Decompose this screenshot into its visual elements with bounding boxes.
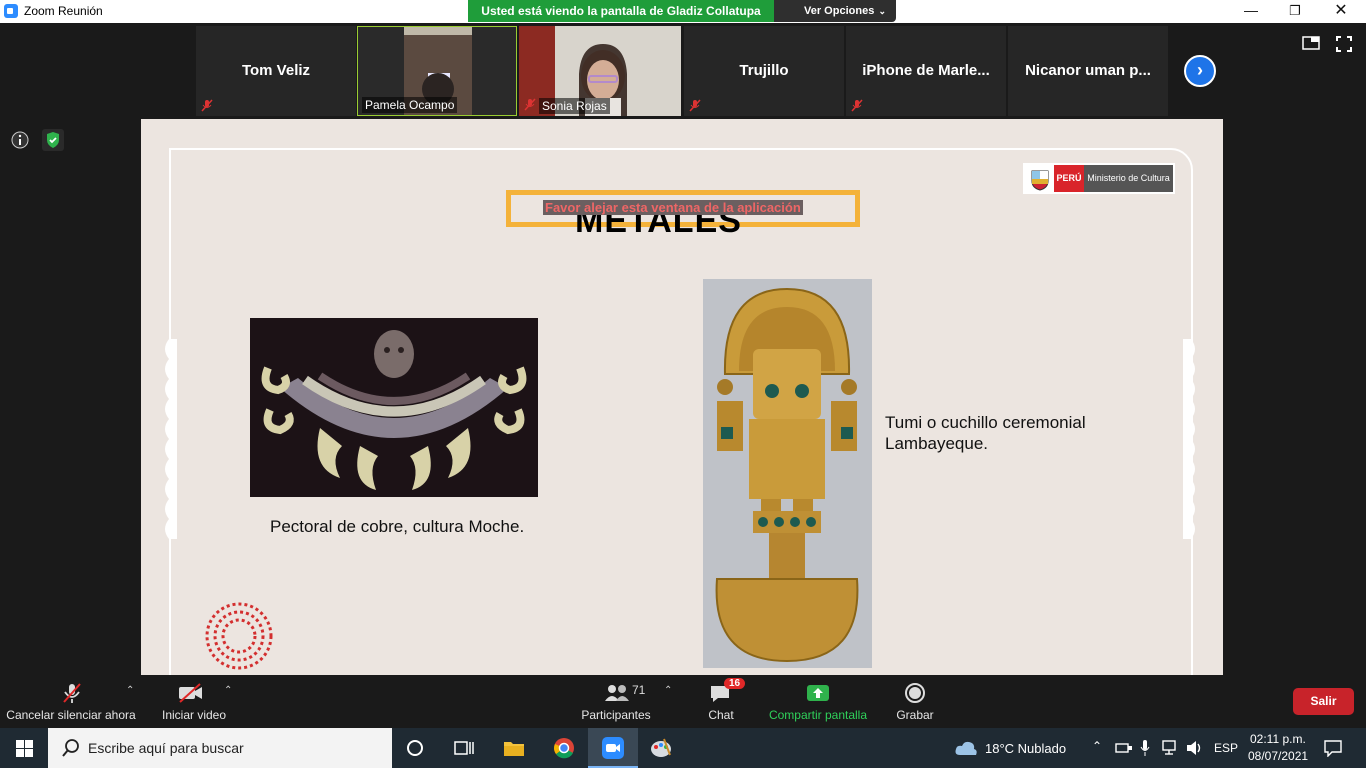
info-icon[interactable] [10,130,30,150]
task-view-icon[interactable] [454,739,474,757]
participant-name: Trujillo [739,62,789,79]
search-icon [62,739,79,757]
network-adapter-icon[interactable] [1115,741,1133,755]
screen-share-banner: Usted está viendo la pantalla de Gladiz … [468,0,774,22]
search-placeholder: Escribe aquí para buscar [88,740,244,756]
scallop-right-decoration [1183,339,1195,539]
zoom-app-icon [4,4,18,18]
taskbar-search-box[interactable]: Escribe aquí para buscar [48,728,392,768]
participants-icon [605,685,629,701]
file-explorer-icon[interactable] [503,738,525,758]
right-caption-line2: Lambayeque. [885,434,989,453]
peru-coat-of-arms-icon [1031,170,1049,191]
fullscreen-icon[interactable] [1336,36,1352,52]
peru-label: PERÚ [1054,165,1084,192]
participant-name: Pamela Ocampo [362,97,458,113]
share-screen-icon [807,685,829,701]
sun-logo-icon [205,602,273,670]
next-page-button[interactable]: › [1184,55,1216,87]
chrome-icon[interactable] [553,737,575,759]
start-video-label: Iniciar video [161,708,227,722]
volume-icon[interactable] [1186,740,1204,756]
cloud-icon[interactable] [954,739,978,757]
close-button[interactable]: ✕ [1318,0,1364,22]
left-image-caption: Pectoral de cobre, cultura Moche. [270,517,525,536]
share-screen-button[interactable]: Compartir pantalla [764,675,872,728]
chevron-up-icon[interactable]: ⌃ [664,685,672,696]
restore-button[interactable]: ❐ [1272,0,1318,22]
participant-tile[interactable]: Nicanor uman p... [1008,26,1168,116]
ministry-logo: PERÚ Ministerio de Cultura [1023,163,1175,194]
record-label: Grabar [896,708,934,722]
participant-name: Tom Veliz [241,62,311,79]
clock-time[interactable]: 02:11 p.m. [1250,732,1306,746]
participant-name: iPhone de Marle... [862,62,990,79]
record-button[interactable]: Grabar [888,675,942,728]
muted-mic-icon [524,98,536,111]
tumi-knife-image [703,279,872,668]
chevron-right-icon: › [1197,60,1203,80]
record-icon [905,683,925,703]
clock-date[interactable]: 08/07/2021 [1248,749,1308,763]
chevron-up-icon[interactable]: ⌃ [126,685,134,696]
muted-mic-icon [851,99,863,112]
unmute-label: Cancelar silenciar ahora [6,708,136,722]
ministry-label: Ministerio de Cultura [1084,165,1173,192]
participants-label: Participantes [581,708,651,722]
chat-unread-badge: 16 [724,678,746,689]
participant-name: Sonia Rojas [539,98,610,114]
muted-mic-icon [63,683,81,703]
participant-tile[interactable]: Sonia Rojas [519,26,681,116]
chevron-up-icon[interactable]: ⌃ [1092,739,1102,753]
window-title: Zoom Reunión [24,4,103,18]
weather-text[interactable]: 18°C Nublado [985,741,1066,756]
zoom-taskbar-app[interactable] [588,728,638,768]
shared-slide: METALES Favor alejar esta ventana de la … [141,119,1223,675]
notifications-icon[interactable] [1324,739,1342,757]
video-off-icon [179,683,202,703]
unmute-button[interactable]: ⌃ Cancelar silenciar ahora [4,675,138,728]
chevron-up-icon[interactable]: ⌃ [224,685,232,696]
paint-icon[interactable] [650,737,672,759]
minimize-button[interactable]: — [1228,0,1274,22]
move-window-warning: Favor alejar esta ventana de la aplicaci… [543,200,803,215]
participant-tile[interactable]: Tom Veliz [196,26,356,116]
participant-tile[interactable]: iPhone de Marle... [846,26,1006,116]
microphone-tray-icon[interactable] [1140,739,1150,757]
network-icon[interactable] [1162,740,1180,756]
shield-icon[interactable] [42,129,64,151]
chevron-down-icon: ⌄ [878,6,886,16]
zoom-icon [602,737,624,759]
moche-pectoral-image [250,318,538,497]
chat-label: Chat [708,708,734,722]
cortana-icon[interactable] [406,739,424,757]
muted-mic-icon [689,99,701,112]
view-options-dropdown[interactable]: Ver Opciones ⌄ [774,0,896,22]
windows-start-icon[interactable] [16,740,33,757]
muted-mic-icon [201,99,213,112]
scallop-left-decoration [165,339,177,539]
leave-meeting-button[interactable]: Salir [1293,688,1354,715]
view-options-label: Ver Opciones [804,5,875,17]
language-indicator[interactable]: ESP [1214,741,1238,755]
share-screen-label: Compartir pantalla [768,708,868,722]
start-video-button[interactable]: ⌃ Iniciar video [154,675,234,728]
windows-taskbar: Escribe aquí para buscar 18°C Nublado ⌃ … [0,728,1366,768]
participant-tile-active[interactable]: Pamela Ocampo [357,26,517,116]
gallery-view-icon[interactable] [1302,36,1320,50]
right-caption-line1: Tumi o cuchillo ceremonial [885,413,1086,432]
chat-button[interactable]: 16 Chat [694,675,748,728]
participants-button[interactable]: 71 Participantes [578,675,654,728]
participant-tile[interactable]: Trujillo [684,26,844,116]
participants-count: 71 [632,683,646,697]
participant-name: Nicanor uman p... [1025,62,1151,79]
